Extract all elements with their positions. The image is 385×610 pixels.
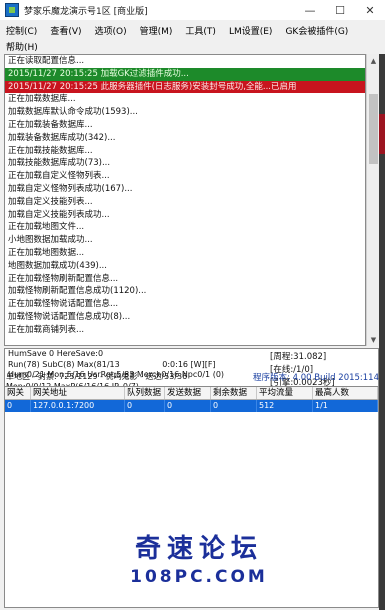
table-cell: 0 [5, 400, 31, 412]
column-header[interactable]: 剩余数据 [211, 387, 257, 399]
log-line: 加载装备数据库成功(342)... [8, 132, 116, 143]
log-line: 2015/11/27 20:15:25 此服务器插件(日志服务)安装封号成功,全… [5, 80, 365, 94]
log-line: 正在加载自定义怪物列表... [8, 171, 110, 182]
log-line: 正在加载技能数据库... [8, 145, 93, 156]
watermark-url: 108PC.COM [130, 567, 268, 587]
column-header[interactable]: 发送数据 [165, 387, 211, 399]
log-line: 加载怪物说话配置信息成功(8)... [8, 311, 131, 322]
menu-control[interactable]: 控制(C) [6, 24, 37, 37]
window-title: 梦家乐魔龙演示号1区 [商业版] [24, 6, 148, 17]
menu-help[interactable]: 帮助(H) [6, 40, 38, 53]
log-line: 地图数据加载成功(439)... [8, 260, 107, 271]
status-timer: 0:0:16 [W][F] [162, 359, 216, 369]
column-header[interactable]: 网关地址 [31, 387, 125, 399]
background-strip [379, 54, 385, 610]
version-label: 程序版本: 4.00 Build 2015:114 [253, 373, 379, 383]
watermark-logo: 奇速论坛 108PC.COM [84, 528, 314, 587]
maximize-button[interactable]: ☐ [325, 0, 355, 20]
menu-bar: 控制(C) 查看(V) 选项(O) 管理(M) 工具(T) LM设置(E) GK… [0, 22, 385, 54]
menu-lm-settings[interactable]: LM设置(E) [229, 24, 273, 37]
log-line: 正在加载地图数据... [8, 247, 85, 258]
log-line: 2015/11/27 20:15:25 加载GK过滤插件成功... [5, 67, 365, 81]
menu-options[interactable]: 选项(O) [95, 24, 127, 37]
table-header: 网关 网关地址 队列数据 发送数据 剩余数据 平均流量 最高人数 [5, 387, 378, 400]
menu-gk-plugin[interactable]: GK会被插件(G) [285, 24, 348, 37]
log-line: 正在加载怪物刷新配置信息... [8, 273, 119, 284]
log-line: 正在加载装备数据库... [8, 119, 93, 130]
minimize-button[interactable]: — [295, 0, 325, 20]
log-line: 正在加载商铺列表... [8, 324, 85, 335]
background-accent [379, 114, 385, 154]
table-cell: 512 [257, 400, 313, 412]
menu-tools[interactable]: 工具(T) [185, 24, 216, 37]
column-header[interactable]: 队列数据 [125, 387, 165, 399]
log-line: 加载技能数据库成功(73)... [8, 158, 111, 169]
log-scrollbar[interactable]: ▲ ▼ [366, 54, 379, 346]
column-header[interactable]: 平均流量 [257, 387, 313, 399]
app-window: 梦家乐魔龙演示号1区 [商业版] — ☐ ✕ 控制(C) 查看(V) 选项(O)… [0, 0, 385, 610]
log-line: 加载数据库默认命令成功(1593)... [8, 107, 138, 118]
log-line: 加载自定义技能列表成功... [8, 209, 110, 220]
menu-view[interactable]: 查看(V) [50, 24, 81, 37]
menu-row-2: 帮助(H) [0, 38, 385, 54]
log-line: 正在读取配置信息... [8, 56, 85, 66]
table-cell: 1/1 [313, 400, 378, 412]
table-row[interactable]: 0 127.0.0.1:7200 0 0 0 512 1/1 [5, 400, 378, 412]
cycle-stat: [周程:31.082] [270, 352, 327, 362]
log-line: 正在加载数据库... [8, 94, 76, 105]
log-line: 加载自定义怪物列表成功(167)... [8, 183, 133, 194]
log-line: 正在加载怪物说话配置信息... [8, 299, 119, 310]
menu-row-1: 控制(C) 查看(V) 选项(O) 管理(M) 工具(T) LM设置(E) GK… [0, 22, 385, 38]
scroll-thumb[interactable] [369, 94, 378, 164]
title-bar: 梦家乐魔龙演示号1区 [商业版] — ☐ ✕ [0, 0, 385, 20]
status-run: Run(78) SubC(8) Max(81/13 [8, 359, 120, 369]
column-header[interactable]: 最高人数 [313, 387, 378, 399]
log-line: 加载怪物刷新配置信息成功(1120)... [8, 286, 147, 297]
close-button[interactable]: ✕ [355, 0, 385, 20]
table-cell: 0 [211, 400, 257, 412]
column-header[interactable]: 网关 [5, 387, 31, 399]
table-cell: 0 [125, 400, 165, 412]
log-line: 正在加载地图文件... [8, 222, 85, 233]
watermark-title: 奇速论坛 [134, 534, 263, 564]
app-icon [5, 3, 19, 17]
table-cell: 0 [165, 400, 211, 412]
log-output[interactable]: 正在读取配置信息... 2015/11/27 20:15:25 加载GK过滤插件成… [4, 54, 366, 346]
window-controls: — ☐ ✕ [295, 0, 385, 20]
table-cell: 127.0.0.1:7200 [31, 400, 125, 412]
menu-manage[interactable]: 管理(M) [140, 24, 173, 37]
log-line: 加载自定义技能列表... [8, 196, 93, 207]
log-line: 小地图数据加载成功... [8, 235, 93, 246]
